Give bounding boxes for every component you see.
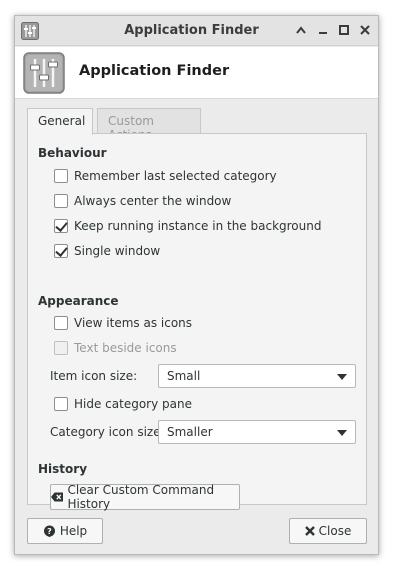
checkbox-label: Hide category pane bbox=[74, 397, 192, 411]
appearance-heading: Appearance bbox=[38, 294, 119, 308]
chevron-down-icon bbox=[337, 430, 347, 436]
checkbox-label: Keep running instance in the background bbox=[74, 219, 322, 233]
checkbox-box[interactable] bbox=[54, 169, 68, 183]
close-icon bbox=[304, 526, 315, 536]
close-icon[interactable] bbox=[357, 22, 373, 38]
checkbox-label: Text beside icons bbox=[74, 341, 177, 355]
settings-window: Application Finder Application Finder Ge… bbox=[14, 15, 379, 555]
remember-category-checkbox[interactable]: Remember last selected category bbox=[54, 167, 277, 185]
item-icon-size-dropdown[interactable]: Small bbox=[158, 364, 356, 388]
button-label: Help bbox=[59, 524, 88, 538]
checkbox-box[interactable] bbox=[54, 316, 68, 330]
checkbox-box[interactable] bbox=[54, 244, 68, 258]
backspace-icon bbox=[51, 492, 64, 502]
category-icon-size-dropdown[interactable]: Smaller bbox=[158, 420, 356, 444]
header-title: Application Finder bbox=[79, 63, 230, 79]
single-window-checkbox[interactable]: Single window bbox=[54, 242, 160, 260]
chevron-down-icon bbox=[337, 374, 347, 380]
checkbox-label: View items as icons bbox=[74, 316, 193, 330]
checkbox-label: Remember last selected category bbox=[74, 169, 277, 183]
category-icon-size-label: Category icon size: bbox=[50, 425, 165, 439]
keep-running-checkbox[interactable]: Keep running instance in the background bbox=[54, 217, 321, 235]
title-bar[interactable]: Application Finder bbox=[15, 16, 378, 46]
shade-up-icon[interactable] bbox=[293, 22, 309, 38]
checkbox-label: Always center the window bbox=[74, 194, 232, 208]
button-label: Clear Custom Command History bbox=[67, 483, 215, 511]
behaviour-heading: Behaviour bbox=[38, 146, 107, 160]
tab-custom-actions[interactable]: Custom Actions bbox=[97, 108, 201, 142]
checkbox-box[interactable] bbox=[54, 397, 68, 411]
history-heading: History bbox=[38, 462, 88, 476]
dropdown-value: Small bbox=[167, 369, 201, 383]
checkbox-box[interactable] bbox=[54, 194, 68, 208]
text-beside-icons-checkbox: Text beside icons bbox=[54, 339, 177, 357]
button-label: Close bbox=[318, 524, 352, 538]
checkbox-box[interactable] bbox=[54, 219, 68, 233]
general-panel: Behaviour Remember last selected categor… bbox=[27, 133, 367, 511]
item-icon-size-label: Item icon size: bbox=[50, 369, 138, 383]
close-button[interactable]: Close bbox=[289, 518, 367, 544]
checkbox-box bbox=[54, 341, 68, 355]
help-icon: ? bbox=[43, 525, 55, 537]
dialog-header: Application Finder bbox=[15, 47, 378, 99]
preferences-sliders-icon bbox=[23, 52, 65, 94]
help-button[interactable]: ? Help bbox=[27, 518, 103, 544]
center-window-checkbox[interactable]: Always center the window bbox=[54, 192, 231, 210]
svg-text:?: ? bbox=[47, 527, 52, 536]
clear-history-button[interactable]: Clear Custom Command History bbox=[50, 483, 240, 511]
checkbox-label: Single window bbox=[74, 244, 161, 258]
dropdown-value: Smaller bbox=[167, 425, 213, 439]
tab-general[interactable]: General bbox=[27, 108, 93, 135]
view-as-icons-checkbox[interactable]: View items as icons bbox=[54, 314, 192, 332]
hide-category-pane-checkbox[interactable]: Hide category pane bbox=[54, 395, 192, 413]
maximize-icon[interactable] bbox=[336, 22, 352, 38]
minimize-icon[interactable] bbox=[315, 22, 331, 38]
